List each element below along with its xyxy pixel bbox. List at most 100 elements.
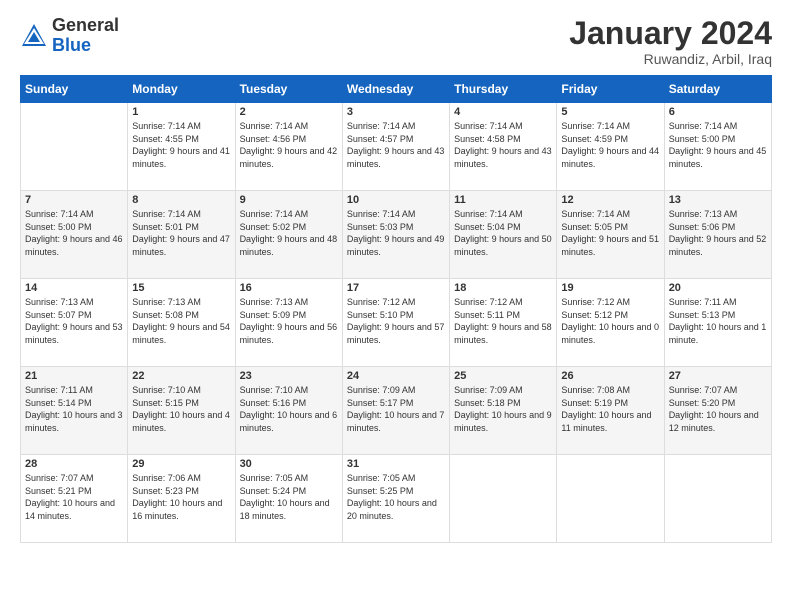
table-row: 25 Sunrise: 7:09 AMSunset: 5:18 PMDayligh… — [450, 367, 557, 455]
table-row: 24 Sunrise: 7:09 AMSunset: 5:17 PMDayligh… — [342, 367, 449, 455]
table-row: 11 Sunrise: 7:14 AMSunset: 5:04 PMDayligh… — [450, 191, 557, 279]
day-info: Sunrise: 7:14 AMSunset: 5:02 PMDaylight:… — [240, 208, 338, 258]
day-info: Sunrise: 7:10 AMSunset: 5:16 PMDaylight:… — [240, 384, 338, 434]
table-row: 20Sunrise: 7:11 AMSunset: 5:13 PMDayligh… — [664, 279, 771, 367]
day-number: 14 — [25, 282, 123, 294]
day-number: 26 — [561, 370, 659, 382]
table-row — [557, 455, 664, 543]
day-info: Sunrise: 7:11 AMSunset: 5:13 PMDaylight:… — [669, 296, 767, 346]
calendar-week-row: 7Sunrise: 7:14 AMSunset: 5:00 PMDaylight… — [21, 191, 772, 279]
day-info: Sunrise: 7:13 AMSunset: 5:07 PMDaylight:… — [25, 296, 123, 346]
col-friday: Friday — [557, 76, 664, 103]
day-info: Sunrise: 7:06 AMSunset: 5:23 PMDaylight:… — [132, 472, 230, 522]
day-number: 4 — [454, 106, 552, 118]
day-number: 23 — [240, 370, 338, 382]
day-number: 1 — [132, 106, 230, 118]
day-number: 30 — [240, 458, 338, 470]
day-info: Sunrise: 7:14 AMSunset: 4:57 PMDaylight:… — [347, 120, 445, 170]
table-row: 27 Sunrise: 7:07 AMSunset: 5:20 PMDayligh… — [664, 367, 771, 455]
table-row: 6 Sunrise: 7:14 AMSunset: 5:00 PMDaylight… — [664, 103, 771, 191]
table-row: 18 Sunrise: 7:12 AMSunset: 5:11 PMDayligh… — [450, 279, 557, 367]
calendar-week-row: 1 Sunrise: 7:14 AMSunset: 4:55 PMDaylight… — [21, 103, 772, 191]
day-number: 6 — [669, 106, 767, 118]
calendar-week-row: 21 Sunrise: 7:11 AMSunset: 5:14 PMDayligh… — [21, 367, 772, 455]
table-row: 2 Sunrise: 7:14 AMSunset: 4:56 PMDaylight… — [235, 103, 342, 191]
table-row: 8Sunrise: 7:14 AMSunset: 5:01 PMDaylight… — [128, 191, 235, 279]
day-info: Sunrise: 7:14 AMSunset: 4:56 PMDaylight:… — [240, 120, 338, 170]
table-row: 7Sunrise: 7:14 AMSunset: 5:00 PMDaylight… — [21, 191, 128, 279]
page: General Blue January 2024 Ruwandiz, Arbi… — [0, 0, 792, 612]
table-row: 29 Sunrise: 7:06 AMSunset: 5:23 PMDayligh… — [128, 455, 235, 543]
day-info: Sunrise: 7:14 AMSunset: 5:03 PMDaylight:… — [347, 208, 445, 258]
day-info: Sunrise: 7:12 AMSunset: 5:11 PMDaylight:… — [454, 296, 552, 346]
day-number: 9 — [240, 194, 338, 206]
table-row — [21, 103, 128, 191]
table-row: 16Sunrise: 7:13 AMSunset: 5:09 PMDayligh… — [235, 279, 342, 367]
day-info: Sunrise: 7:08 AMSunset: 5:19 PMDaylight:… — [561, 384, 659, 434]
header: General Blue January 2024 Ruwandiz, Arbi… — [20, 16, 772, 67]
table-row: 21 Sunrise: 7:11 AMSunset: 5:14 PMDayligh… — [21, 367, 128, 455]
day-info: Sunrise: 7:11 AMSunset: 5:14 PMDaylight:… — [25, 384, 123, 434]
day-info: Sunrise: 7:12 AMSunset: 5:12 PMDaylight:… — [561, 296, 659, 346]
calendar-header-row: Sunday Monday Tuesday Wednesday Thursday… — [21, 76, 772, 103]
day-info: Sunrise: 7:14 AMSunset: 5:05 PMDaylight:… — [561, 208, 659, 258]
table-row: 17 Sunrise: 7:12 AMSunset: 5:10 PMDayligh… — [342, 279, 449, 367]
day-number: 27 — [669, 370, 767, 382]
title-area: January 2024 Ruwandiz, Arbil, Iraq — [569, 16, 772, 67]
table-row — [450, 455, 557, 543]
day-info: Sunrise: 7:13 AMSunset: 5:08 PMDaylight:… — [132, 296, 230, 346]
table-row: 14 Sunrise: 7:13 AMSunset: 5:07 PMDayligh… — [21, 279, 128, 367]
table-row: 4 Sunrise: 7:14 AMSunset: 4:58 PMDaylight… — [450, 103, 557, 191]
day-info: Sunrise: 7:12 AMSunset: 5:10 PMDaylight:… — [347, 296, 445, 346]
day-number: 22 — [132, 370, 230, 382]
day-info: Sunrise: 7:14 AMSunset: 4:55 PMDaylight:… — [132, 120, 230, 170]
table-row — [664, 455, 771, 543]
table-row: 28 Sunrise: 7:07 AMSunset: 5:21 PMDayligh… — [21, 455, 128, 543]
table-row: 13 Sunrise: 7:13 AMSunset: 5:06 PMDayligh… — [664, 191, 771, 279]
calendar-week-row: 28 Sunrise: 7:07 AMSunset: 5:21 PMDayligh… — [21, 455, 772, 543]
table-row: 26 Sunrise: 7:08 AMSunset: 5:19 PMDayligh… — [557, 367, 664, 455]
col-wednesday: Wednesday — [342, 76, 449, 103]
day-number: 18 — [454, 282, 552, 294]
day-number: 31 — [347, 458, 445, 470]
day-number: 12 — [561, 194, 659, 206]
day-number: 13 — [669, 194, 767, 206]
day-info: Sunrise: 7:09 AMSunset: 5:18 PMDaylight:… — [454, 384, 552, 434]
day-info: Sunrise: 7:14 AMSunset: 5:00 PMDaylight:… — [669, 120, 767, 170]
table-row: 30 Sunrise: 7:05 AMSunset: 5:24 PMDayligh… — [235, 455, 342, 543]
col-tuesday: Tuesday — [235, 76, 342, 103]
day-info: Sunrise: 7:07 AMSunset: 5:20 PMDaylight:… — [669, 384, 767, 434]
day-number: 17 — [347, 282, 445, 294]
day-info: Sunrise: 7:07 AMSunset: 5:21 PMDaylight:… — [25, 472, 123, 522]
table-row: 22 Sunrise: 7:10 AMSunset: 5:15 PMDayligh… — [128, 367, 235, 455]
calendar-table: Sunday Monday Tuesday Wednesday Thursday… — [20, 75, 772, 543]
col-sunday: Sunday — [21, 76, 128, 103]
day-number: 2 — [240, 106, 338, 118]
day-info: Sunrise: 7:10 AMSunset: 5:15 PMDaylight:… — [132, 384, 230, 434]
day-number: 7 — [25, 194, 123, 206]
day-info: Sunrise: 7:09 AMSunset: 5:17 PMDaylight:… — [347, 384, 445, 434]
table-row: 12 Sunrise: 7:14 AMSunset: 5:05 PMDayligh… — [557, 191, 664, 279]
col-saturday: Saturday — [664, 76, 771, 103]
day-number: 29 — [132, 458, 230, 470]
subtitle: Ruwandiz, Arbil, Iraq — [569, 51, 772, 67]
table-row: 15 Sunrise: 7:13 AMSunset: 5:08 PMDayligh… — [128, 279, 235, 367]
table-row: 5Sunrise: 7:14 AMSunset: 4:59 PMDaylight… — [557, 103, 664, 191]
day-number: 5 — [561, 106, 659, 118]
col-thursday: Thursday — [450, 76, 557, 103]
day-number: 21 — [25, 370, 123, 382]
day-number: 24 — [347, 370, 445, 382]
day-number: 28 — [25, 458, 123, 470]
day-number: 11 — [454, 194, 552, 206]
day-info: Sunrise: 7:05 AMSunset: 5:25 PMDaylight:… — [347, 472, 445, 522]
day-number: 10 — [347, 194, 445, 206]
logo: General Blue — [20, 16, 119, 56]
table-row: 3Sunrise: 7:14 AMSunset: 4:57 PMDaylight… — [342, 103, 449, 191]
day-info: Sunrise: 7:13 AMSunset: 5:06 PMDaylight:… — [669, 208, 767, 258]
day-info: Sunrise: 7:14 AMSunset: 4:58 PMDaylight:… — [454, 120, 552, 170]
day-number: 8 — [132, 194, 230, 206]
day-number: 25 — [454, 370, 552, 382]
day-info: Sunrise: 7:14 AMSunset: 5:04 PMDaylight:… — [454, 208, 552, 258]
day-number: 15 — [132, 282, 230, 294]
day-info: Sunrise: 7:05 AMSunset: 5:24 PMDaylight:… — [240, 472, 338, 522]
